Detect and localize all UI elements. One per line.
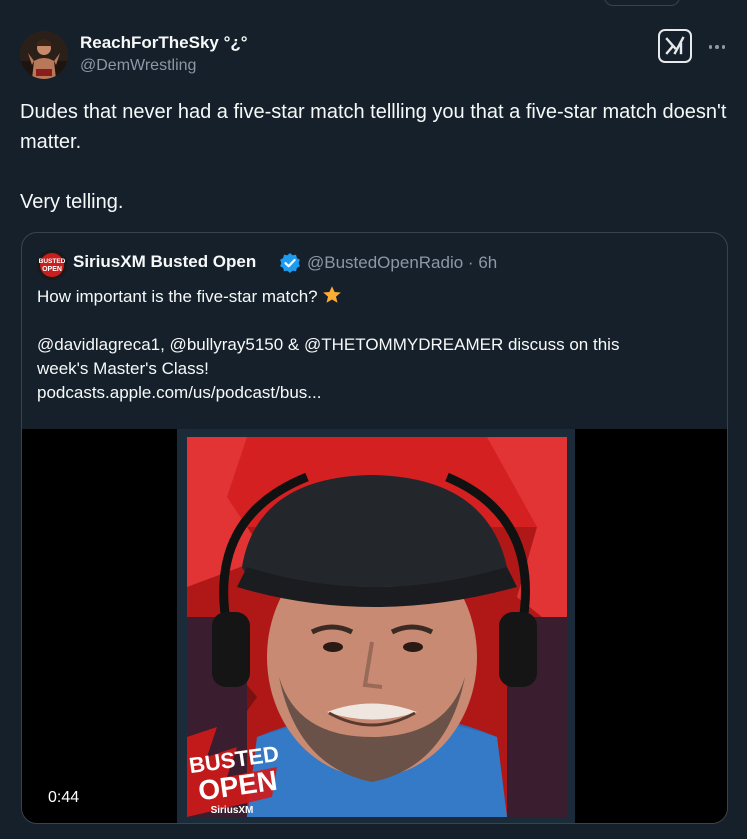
more-icon-dot (715, 45, 719, 49)
quoted-link[interactable]: podcasts.apple.com/us/podcast/bus... (37, 381, 707, 405)
grok-button[interactable] (658, 29, 692, 63)
quoted-avatar[interactable]: BUSTED OPEN (37, 250, 67, 280)
video-thumbnail: BUSTED OPEN SiriusXM (187, 437, 567, 817)
more-icon (708, 45, 713, 49)
top-pill-button[interactable] (604, 0, 680, 6)
quoted-tweet-card[interactable]: BUSTED OPEN SiriusXM Busted Open @Busted… (21, 232, 728, 824)
quoted-text-line-1: How important is the five-star match? (37, 285, 707, 309)
quoted-text-line-3: week's Master's Class! (37, 359, 209, 378)
quoted-text: How important is the five-star match? @d… (37, 285, 707, 405)
more-icon-dot (721, 45, 726, 49)
text-gap (37, 309, 707, 333)
quoted-meta: @BustedOpenRadio · 6h (307, 253, 497, 273)
quoted-time[interactable]: 6h (478, 253, 497, 272)
grok-icon (665, 36, 685, 55)
siriusxm-logo-text: SiriusXM (211, 805, 254, 816)
quoted-handle[interactable]: @BustedOpenRadio (307, 253, 463, 272)
svg-text:BUSTED: BUSTED (39, 258, 66, 265)
author-handle[interactable]: @DemWrestling (80, 57, 196, 75)
verified-badge-icon (280, 253, 300, 273)
meta-separator: · (467, 253, 474, 272)
quoted-author-name[interactable]: SiriusXM Busted Open (73, 252, 256, 272)
video-duration: 0:44 (48, 789, 80, 806)
quoted-text-line-2: @davidlagreca1, @bullyray5150 & @THETOMM… (37, 335, 620, 354)
video-player[interactable]: BUSTED OPEN SiriusXM 0:44 (22, 429, 727, 823)
quoted-question: How important is the five-star match? (37, 287, 318, 306)
author-avatar[interactable] (20, 31, 68, 79)
more-options-button[interactable] (702, 32, 732, 62)
author-name[interactable]: ReachForTheSky °¿° (80, 33, 248, 53)
svg-text:OPEN: OPEN (42, 266, 62, 273)
tweet-text: Dudes that never had a five-star match t… (20, 101, 727, 213)
star-emoji-icon (322, 286, 341, 303)
